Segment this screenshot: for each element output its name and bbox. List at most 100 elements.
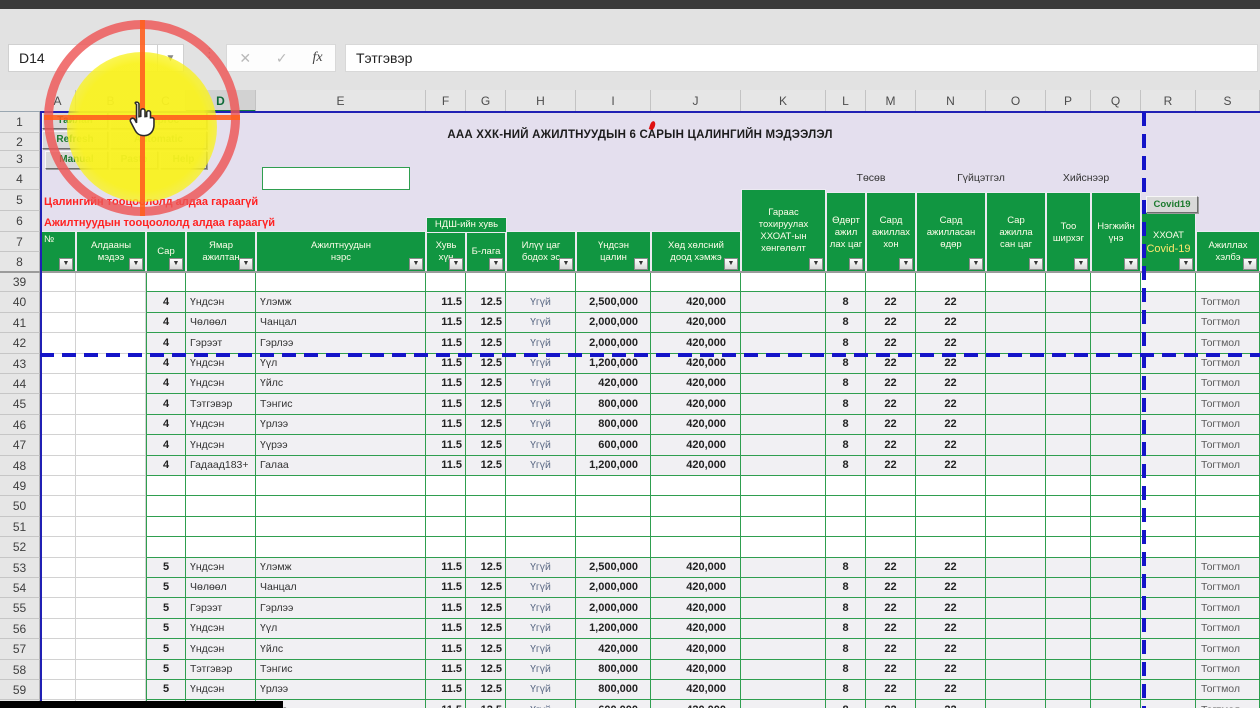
- cell-L57[interactable]: 8: [826, 639, 866, 660]
- cell-L52[interactable]: [826, 537, 866, 558]
- cell-A39[interactable]: [40, 272, 76, 292]
- row-header-5[interactable]: 5: [0, 190, 40, 211]
- cell-K59[interactable]: [741, 680, 826, 700]
- cell-J45[interactable]: 420,000: [651, 394, 741, 415]
- cell-I53[interactable]: 2,500,000: [576, 558, 651, 578]
- cell-S43[interactable]: Тогтмол: [1196, 354, 1260, 374]
- cell-K47[interactable]: [741, 435, 826, 456]
- cell-I59[interactable]: 800,000: [576, 680, 651, 700]
- cell-J40[interactable]: 420,000: [651, 292, 741, 313]
- cell-G59[interactable]: 12.5: [466, 680, 506, 700]
- cell-Q60[interactable]: [1091, 700, 1141, 708]
- cell-R53[interactable]: [1141, 558, 1196, 578]
- cell-H42[interactable]: Үгүй: [506, 333, 576, 354]
- cell-R41[interactable]: [1141, 313, 1196, 333]
- cell-B55[interactable]: [76, 598, 146, 619]
- cell-H55[interactable]: Үгүй: [506, 598, 576, 619]
- row-header-54[interactable]: 54: [0, 578, 40, 598]
- filter-button-E[interactable]: ▼: [409, 258, 423, 270]
- cell-J49[interactable]: [651, 476, 741, 496]
- cell-J53[interactable]: 420,000: [651, 558, 741, 578]
- cell-M48[interactable]: 22: [866, 456, 916, 476]
- cell-A44[interactable]: [40, 374, 76, 394]
- cell-P46[interactable]: [1046, 415, 1091, 435]
- cell-H46[interactable]: Үгүй: [506, 415, 576, 435]
- cell-G46[interactable]: 12.5: [466, 415, 506, 435]
- cell-S39[interactable]: [1196, 272, 1260, 292]
- cell-C42[interactable]: 4: [146, 333, 186, 354]
- cell-P58[interactable]: [1046, 660, 1091, 680]
- cell-D50[interactable]: [186, 496, 256, 517]
- cell-S52[interactable]: [1196, 537, 1260, 558]
- cell-J48[interactable]: 420,000: [651, 456, 741, 476]
- cell-G43[interactable]: 12.5: [466, 354, 506, 374]
- cell-M58[interactable]: 22: [866, 660, 916, 680]
- cell-A42[interactable]: [40, 333, 76, 354]
- cell-E43[interactable]: Үүл: [256, 354, 426, 374]
- cell-F57[interactable]: 11.5: [426, 639, 466, 660]
- cell-N54[interactable]: 22: [916, 578, 986, 598]
- cell-C52[interactable]: [146, 537, 186, 558]
- cell-L48[interactable]: 8: [826, 456, 866, 476]
- cell-P43[interactable]: [1046, 354, 1091, 374]
- column-header-J[interactable]: J: [651, 90, 741, 112]
- cell-R46[interactable]: [1141, 415, 1196, 435]
- cell-K60[interactable]: [741, 700, 826, 708]
- cell-P52[interactable]: [1046, 537, 1091, 558]
- cell-A55[interactable]: [40, 598, 76, 619]
- cell-L54[interactable]: 8: [826, 578, 866, 598]
- filter-button-H[interactable]: ▼: [559, 258, 573, 270]
- cell-O52[interactable]: [986, 537, 1046, 558]
- cell-N48[interactable]: 22: [916, 456, 986, 476]
- formula-input[interactable]: Тэтгэвэр: [345, 44, 1258, 72]
- cell-G49[interactable]: [466, 476, 506, 496]
- cell-I48[interactable]: 1,200,000: [576, 456, 651, 476]
- cell-E51[interactable]: [256, 517, 426, 537]
- cell-Q55[interactable]: [1091, 598, 1141, 619]
- column-header-H[interactable]: H: [506, 90, 576, 112]
- cell-E40[interactable]: Үлэмж: [256, 292, 426, 313]
- cell-N50[interactable]: [916, 496, 986, 517]
- cell-M40[interactable]: 22: [866, 292, 916, 313]
- cell-G60[interactable]: 12.5: [466, 700, 506, 708]
- cell-H39[interactable]: [506, 272, 576, 292]
- cell-K52[interactable]: [741, 537, 826, 558]
- filter-button-B[interactable]: ▼: [129, 258, 143, 270]
- filter-button-F[interactable]: ▼: [449, 258, 463, 270]
- cell-G44[interactable]: 12.5: [466, 374, 506, 394]
- cell-D40[interactable]: Үндсэн: [186, 292, 256, 313]
- cancel-icon[interactable]: ✕: [239, 50, 251, 67]
- cell-S54[interactable]: Тогтмол: [1196, 578, 1260, 598]
- cell-G57[interactable]: 12.5: [466, 639, 506, 660]
- cell-D56[interactable]: Үндсэн: [186, 619, 256, 639]
- cell-R57[interactable]: [1141, 639, 1196, 660]
- cell-M55[interactable]: 22: [866, 598, 916, 619]
- filter-button-Q[interactable]: ▼: [1124, 258, 1138, 270]
- cell-O60[interactable]: [986, 700, 1046, 708]
- column-header-E[interactable]: E: [256, 90, 426, 112]
- cell-O53[interactable]: [986, 558, 1046, 578]
- cell-F50[interactable]: [426, 496, 466, 517]
- cell-L50[interactable]: [826, 496, 866, 517]
- cell-J46[interactable]: 420,000: [651, 415, 741, 435]
- cell-S51[interactable]: [1196, 517, 1260, 537]
- cell-L56[interactable]: 8: [826, 619, 866, 639]
- filter-button-C[interactable]: ▼: [169, 258, 183, 270]
- cell-R44[interactable]: [1141, 374, 1196, 394]
- cell-K56[interactable]: [741, 619, 826, 639]
- cell-B58[interactable]: [76, 660, 146, 680]
- cell-C46[interactable]: 4: [146, 415, 186, 435]
- cell-M56[interactable]: 22: [866, 619, 916, 639]
- cell-E42[interactable]: Гэрлээ: [256, 333, 426, 354]
- row-header-41[interactable]: 41: [0, 313, 40, 333]
- cell-R52[interactable]: [1141, 537, 1196, 558]
- cell-O42[interactable]: [986, 333, 1046, 354]
- cell-J50[interactable]: [651, 496, 741, 517]
- cell-A56[interactable]: [40, 619, 76, 639]
- cell-R56[interactable]: [1141, 619, 1196, 639]
- cell-P60[interactable]: [1046, 700, 1091, 708]
- cell-J60[interactable]: 420,000: [651, 700, 741, 708]
- cell-I47[interactable]: 600,000: [576, 435, 651, 456]
- cell-S48[interactable]: Тогтмол: [1196, 456, 1260, 476]
- cell-L43[interactable]: 8: [826, 354, 866, 374]
